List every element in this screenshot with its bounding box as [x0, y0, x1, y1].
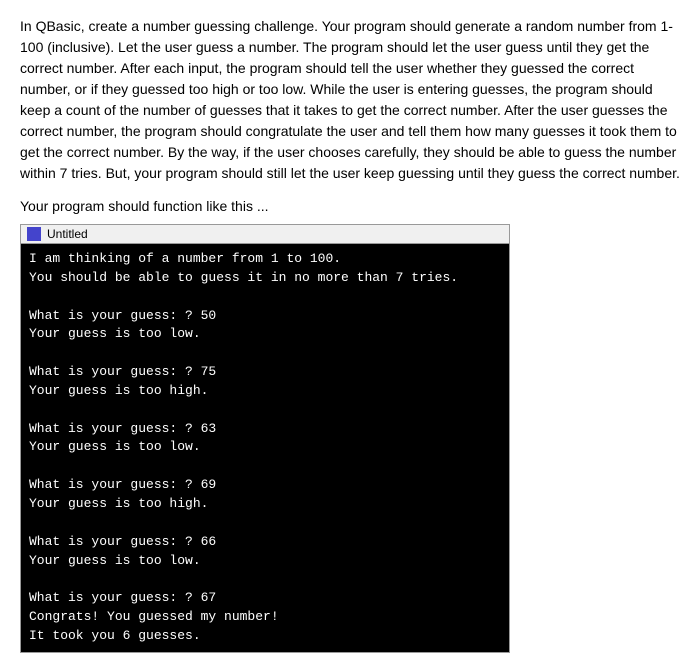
terminal-title-text: Untitled [47, 227, 88, 241]
terminal-window: Untitled I am thinking of a number from … [20, 224, 510, 653]
terminal-icon [27, 227, 41, 241]
your-program-label: Your program should function like this .… [20, 198, 680, 214]
terminal-body: I am thinking of a number from 1 to 100.… [21, 244, 509, 652]
description-paragraph: In QBasic, create a number guessing chal… [20, 16, 680, 184]
terminal-title-bar: Untitled [21, 225, 509, 244]
